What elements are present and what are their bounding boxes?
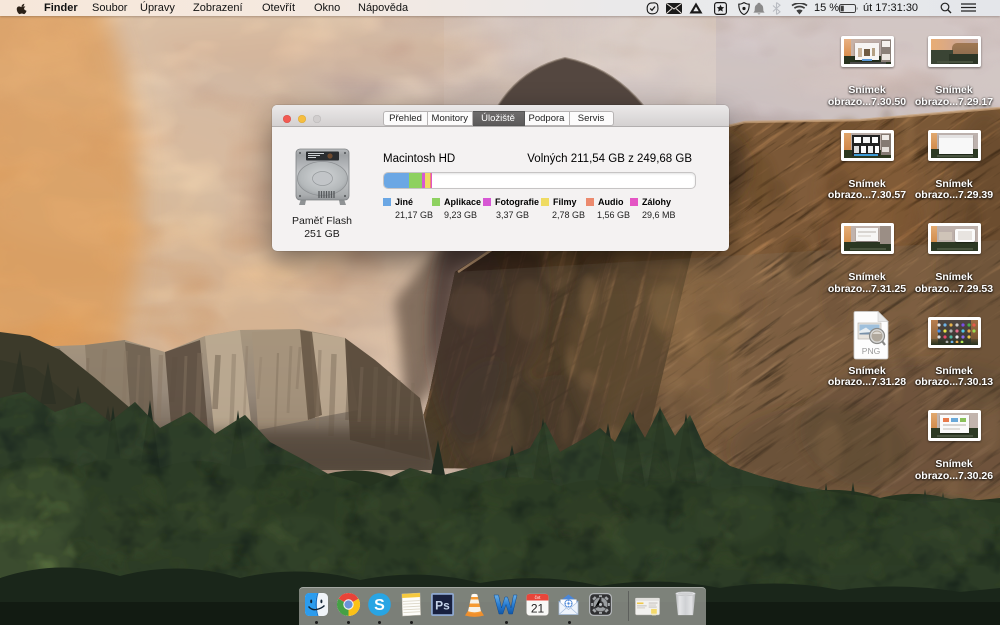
svg-text:Ps: Ps	[435, 599, 450, 613]
svg-text:PNG: PNG	[862, 346, 880, 356]
svg-text:S: S	[374, 597, 385, 614]
svg-text:21: 21	[530, 602, 544, 616]
svg-text:čvt: čvt	[534, 595, 541, 600]
